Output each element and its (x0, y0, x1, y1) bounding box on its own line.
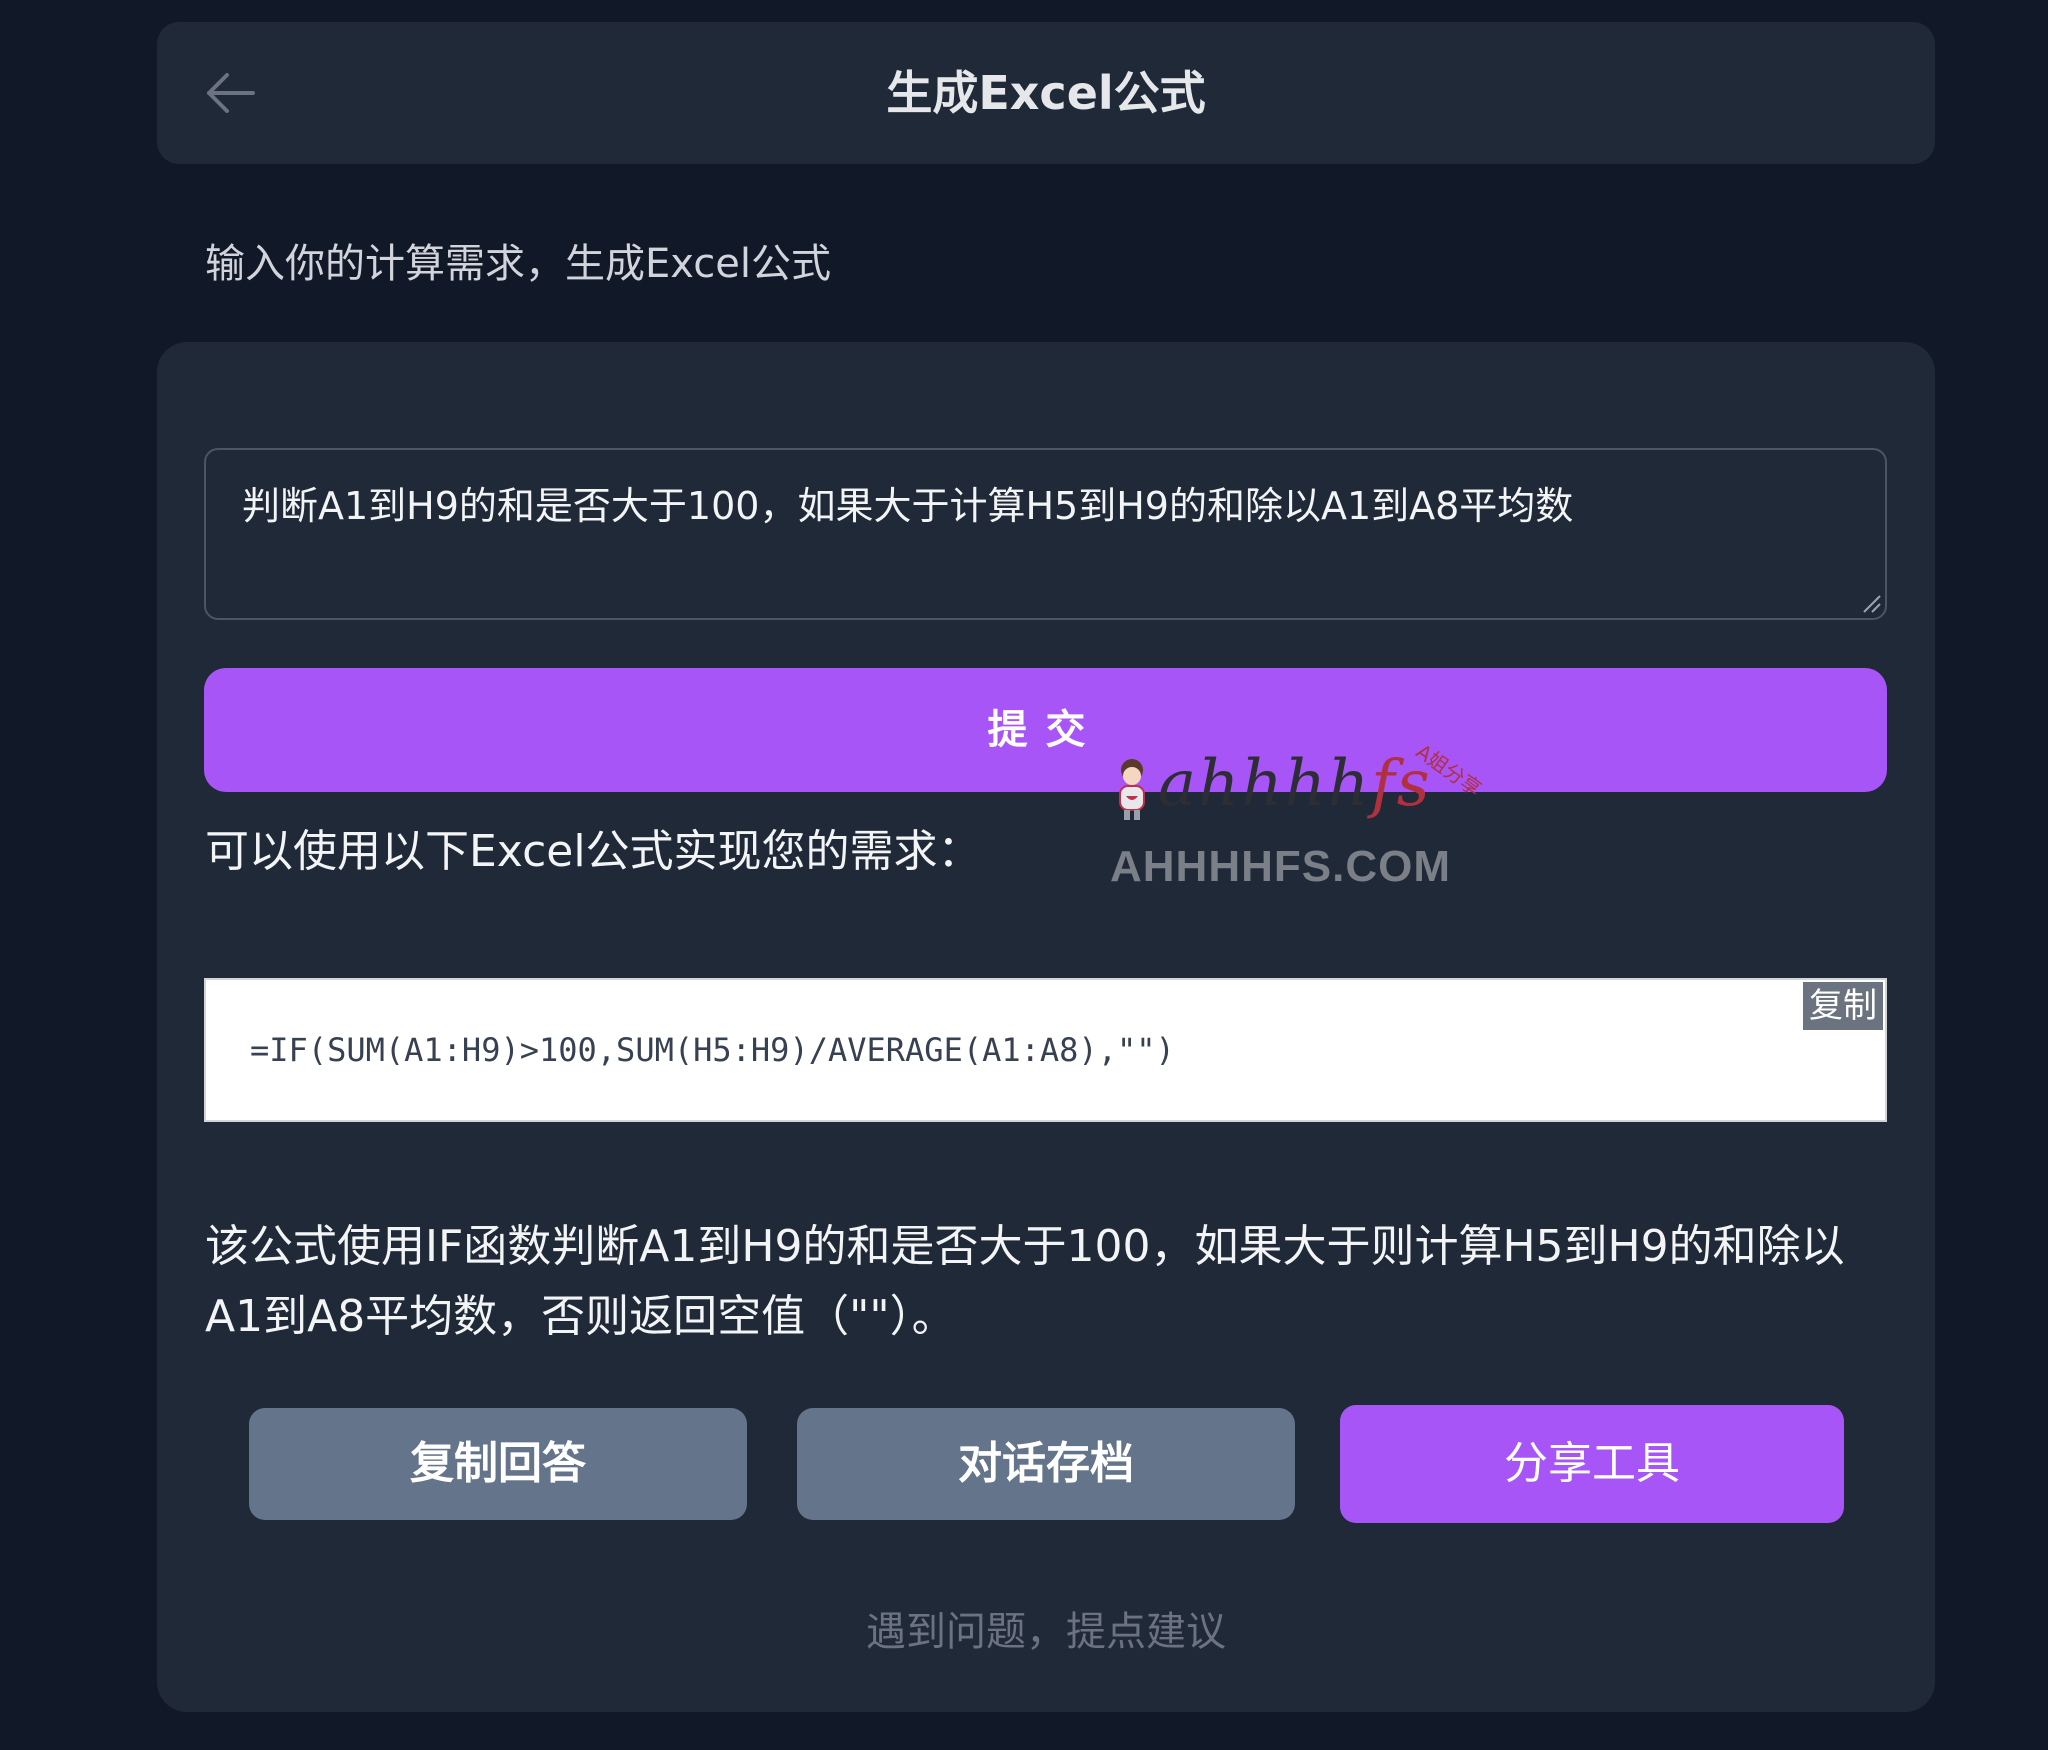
copy-answer-button[interactable]: 复制回答 (249, 1408, 747, 1520)
watermark-logo: ahhhhfs (1158, 747, 1432, 821)
feedback-link[interactable]: 遇到问题，提点建议 (157, 1604, 1935, 1660)
watermark-domain: AHHHHFS.COM (1110, 842, 1451, 891)
answer-intro: 可以使用以下Excel公式实现您的需求： (205, 826, 982, 877)
page-title: 生成Excel公式 (886, 66, 1206, 120)
formula-explanation: 该公式使用IF函数判断A1到H9的和是否大于100，如果大于则计算H5到H9的和… (205, 1221, 1845, 1342)
archive-conversation-button[interactable]: 对话存档 (797, 1408, 1295, 1520)
main-card: 判断A1到H9的和是否大于100，如果大于计算H5到H9的和除以A1到A8平均数… (157, 342, 1935, 1712)
page: 生成Excel公式 输入你的计算需求，生成Excel公式 判断A1到H9的和是否… (0, 0, 2048, 1750)
header-bar: 生成Excel公式 (157, 22, 1935, 164)
resize-grip-icon[interactable] (1860, 592, 1882, 614)
share-tool-button[interactable]: 分享工具 (1340, 1405, 1844, 1523)
copy-code-button[interactable]: 复制 (1803, 982, 1883, 1030)
page-subtitle: 输入你的计算需求，生成Excel公式 (205, 241, 831, 287)
watermark-figure-icon (1119, 759, 1145, 820)
submit-button[interactable]: 提交 (204, 668, 1887, 792)
formula-text: =IF(SUM(A1:H9)>100,SUM(H5:H9)/AVERAGE(A1… (250, 1031, 1175, 1069)
formula-code-block: =IF(SUM(A1:H9)>100,SUM(H5:H9)/AVERAGE(A1… (204, 978, 1887, 1122)
requirement-input[interactable]: 判断A1到H9的和是否大于100，如果大于计算H5到H9的和除以A1到A8平均数 (204, 448, 1887, 620)
watermark: ahhhhfs A姐分享 AHHHHFS.COM (1110, 739, 1530, 912)
